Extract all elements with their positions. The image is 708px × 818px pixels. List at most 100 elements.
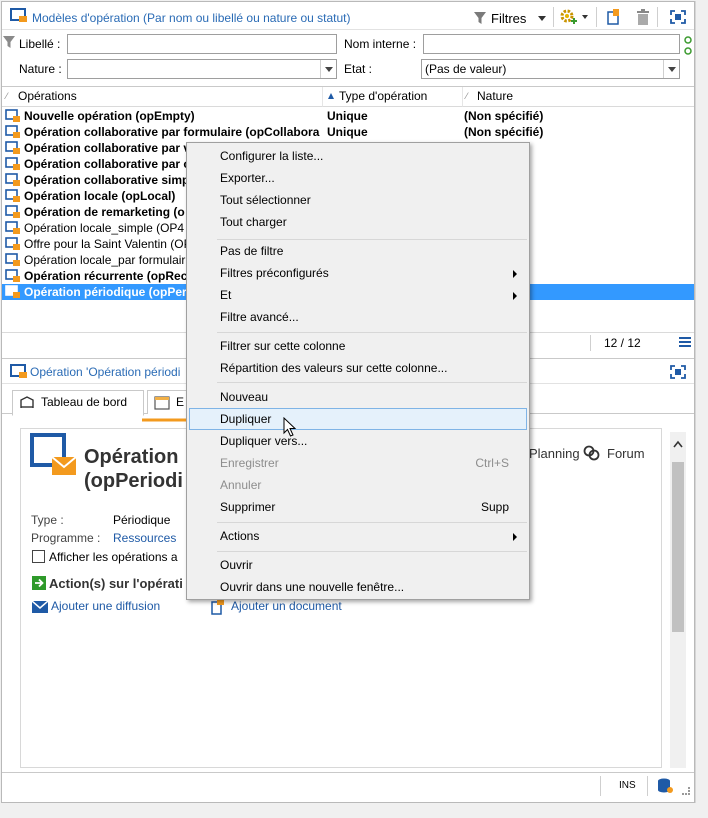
chevron-down-icon — [538, 16, 546, 21]
menu-item-pas-de-filtre[interactable]: Pas de filtre — [189, 240, 527, 262]
row-operation: Nouvelle opération (opEmpty) — [24, 109, 195, 123]
menu-separator — [217, 382, 527, 383]
planning-link[interactable]: Planning — [529, 446, 580, 461]
add-document-link[interactable]: Ajouter un document — [231, 599, 342, 613]
menu-item-ouvrir[interactable]: Ouvrir — [189, 554, 527, 576]
resize-grip-icon[interactable] — [682, 787, 690, 795]
trash-icon[interactable] — [635, 8, 651, 26]
chevron-down-icon[interactable] — [663, 60, 679, 78]
filters-button[interactable]: Filtres — [474, 10, 550, 28]
toolbar-separator — [596, 7, 597, 27]
menu-item-filtrer-sur-cette-colonne[interactable]: Filtrer sur cette colonne — [189, 335, 527, 357]
actions-heading: Action(s) sur l'opérati — [49, 576, 183, 591]
operation-icon — [10, 364, 27, 378]
operation-icon — [5, 221, 20, 234]
operation-icon — [5, 141, 20, 154]
toolbar-separator — [657, 7, 658, 27]
forum-icon — [583, 445, 600, 461]
status-separator — [647, 776, 648, 796]
chevron-down-icon[interactable] — [582, 15, 588, 19]
menu-item-et[interactable]: Et — [189, 284, 527, 306]
list-menu-icon[interactable] — [679, 337, 691, 347]
menu-item-filtres-preconfigures[interactable]: Filtres préconfigurés — [189, 262, 527, 284]
add-diffusion-link[interactable]: Ajouter une diffusion — [51, 599, 160, 613]
submenu-arrow-icon — [513, 533, 517, 541]
sort-ascending-icon — [328, 93, 334, 99]
maximize-icon[interactable] — [670, 365, 686, 379]
menu-item-ouvrir-dans-une-nouvelle-fenetre[interactable]: Ouvrir dans une nouvelle fenêtre... — [189, 576, 527, 598]
operation-icon — [5, 125, 20, 138]
detail-scrollbar[interactable] — [670, 432, 686, 768]
refresh-icon[interactable] — [683, 36, 693, 56]
operation-icon — [5, 269, 20, 282]
nature-select[interactable] — [67, 59, 337, 79]
column-header-operations[interactable]: ⁄ Opérations — [2, 87, 322, 107]
menu-item-tout-selectionner[interactable]: Tout sélectionner — [189, 189, 527, 211]
mouse-cursor-icon — [283, 417, 297, 437]
show-operations-checkbox[interactable] — [32, 550, 45, 563]
scrollbar-thumb[interactable] — [672, 462, 684, 632]
arrow-right-box-icon — [32, 576, 46, 590]
window-icon — [154, 396, 170, 410]
sort-handle-icon: ⁄ — [466, 91, 468, 101]
programme-label: Programme : — [31, 531, 101, 545]
operation-icon — [5, 237, 20, 250]
menu-shortcut: Supp — [480, 500, 509, 514]
sort-handle-icon: ⁄ — [6, 91, 8, 101]
column-header-type[interactable]: Type d'opération — [322, 87, 462, 107]
operation-icon — [5, 189, 20, 202]
operation-icon — [5, 205, 20, 218]
window-scrollbar[interactable] — [695, 1, 707, 803]
nom-interne-input[interactable] — [423, 34, 680, 54]
status-separator — [600, 776, 601, 796]
menu-item-tout-charger[interactable]: Tout charger — [189, 211, 527, 233]
forum-link[interactable]: Forum — [607, 446, 645, 461]
chevron-up-icon[interactable] — [673, 440, 683, 448]
new-folder-icon[interactable] — [606, 8, 622, 26]
tab-tableau-de-bord[interactable]: Tableau de bord — [12, 390, 144, 416]
menu-item-actions[interactable]: Actions — [189, 525, 527, 547]
menu-item-supprimer[interactable]: Supprimer Supp — [189, 496, 527, 518]
etat-label: Etat : — [344, 62, 373, 76]
record-count: 12 / 12 — [604, 336, 641, 350]
menu-item-filtre-avance[interactable]: Filtre avancé... — [189, 306, 527, 328]
menu-separator — [217, 551, 527, 552]
menu-item-nouveau[interactable]: Nouveau — [189, 386, 527, 408]
menu-item-annuler: Annuler — [220, 478, 262, 492]
ins-indicator: INS — [619, 780, 636, 791]
menu-separator — [217, 522, 527, 523]
dashboard-icon — [20, 396, 34, 408]
list-header: Modèles d'opération (Par nom ou libellé … — [2, 2, 694, 30]
menu-item-repartition-des-valeurs-sur-cette-colonne[interactable]: Répartition des valeurs sur cette colonn… — [189, 357, 527, 379]
menu-separator — [217, 332, 527, 333]
funnel-icon — [474, 12, 486, 24]
maximize-icon[interactable] — [670, 10, 686, 24]
table-row[interactable]: Opération collaborative par formulaire (… — [2, 124, 694, 140]
menu-item-configurer-la-liste[interactable]: Configurer la liste... — [189, 145, 527, 167]
nature-label: Nature : — [19, 62, 62, 76]
libelle-input[interactable] — [67, 34, 337, 54]
database-icon — [658, 778, 673, 793]
menu-item-exporter[interactable]: Exporter... — [189, 167, 527, 189]
toolbar-separator — [553, 7, 554, 27]
operation-icon — [5, 173, 20, 186]
type-value: Périodique — [113, 513, 171, 527]
table-row[interactable]: Nouvelle opération (opEmpty) Unique (Non s… — [2, 108, 694, 124]
etat-select[interactable]: (Pas de valeur) — [421, 59, 680, 79]
row-nature: (Non spécifié) — [464, 125, 544, 139]
operation-large-icon — [30, 433, 77, 475]
submenu-arrow-icon — [513, 292, 517, 300]
footer-separator — [590, 335, 591, 351]
menu-item-dupliquer[interactable]: Dupliquer — [189, 408, 527, 430]
row-operation: Opération collaborative par formulaire (… — [24, 125, 320, 139]
menu-shortcut: Ctrl+S — [475, 456, 509, 470]
programme-link[interactable]: Ressources — [113, 531, 176, 545]
chevron-down-icon[interactable] — [320, 60, 336, 78]
operation-icon — [5, 285, 20, 298]
column-header-nature[interactable]: ⁄ Nature — [462, 87, 694, 107]
document-add-icon — [211, 599, 224, 615]
detail-title: Opération 'Opération périodi — [30, 365, 181, 379]
operation-icon — [5, 253, 20, 266]
gear-add-icon[interactable] — [559, 8, 577, 26]
menu-item-dupliquer-vers[interactable]: Dupliquer vers... — [189, 430, 527, 452]
